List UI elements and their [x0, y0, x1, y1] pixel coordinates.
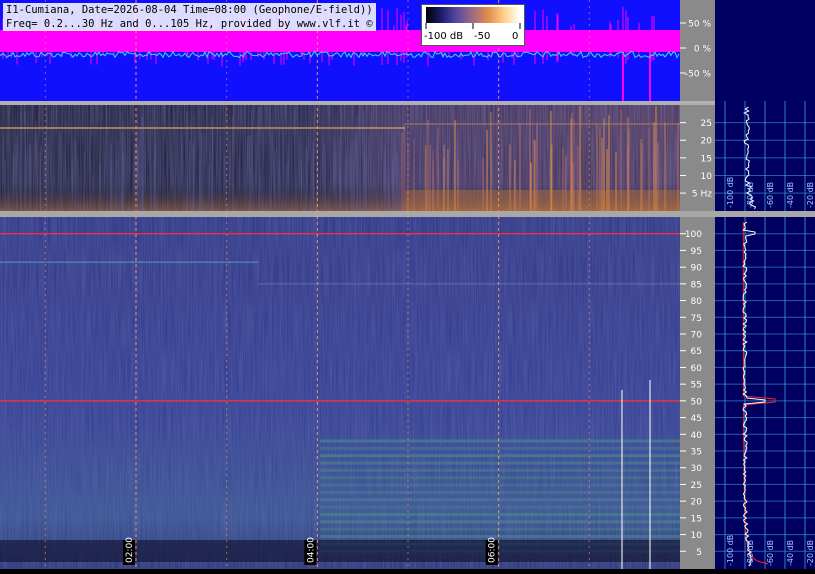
high-tick-label: 15	[691, 514, 702, 524]
amplitude-tick-label: -50 %	[685, 70, 712, 80]
high-band	[320, 527, 680, 531]
time-label-text: 02:00	[125, 537, 135, 563]
high-band	[320, 446, 680, 450]
high-tick-label: 25	[691, 481, 702, 491]
high-tick-label: 70	[691, 331, 703, 341]
amplitude-corner	[715, 0, 815, 101]
low-tick-label: 5 Hz	[692, 190, 712, 200]
low-tick-label: 25	[701, 119, 712, 129]
low-tick-label: 10	[701, 172, 713, 182]
high-spectrogram-dark-floor	[0, 540, 680, 562]
high-band	[320, 498, 680, 502]
low-spectrogram-warm-floor	[405, 190, 680, 211]
chart-canvas: 50 %0 %-50 % 252015105 Hz 10095908580757…	[0, 0, 815, 569]
low-tick-label: 15	[701, 154, 712, 164]
panel-divider-2	[0, 211, 715, 217]
high-tick-label: 85	[691, 280, 702, 290]
spectrum-x-label: -60 dB	[766, 540, 775, 566]
high-band	[320, 505, 680, 509]
high-band	[320, 490, 680, 494]
high-tick-label: 40	[691, 431, 703, 441]
high-band	[320, 476, 680, 480]
low-frequency-spectrogram: 25 20 15 10 5 Hz	[0, 105, 715, 211]
title-line-1: I1-Cumiana, Date=2026-08-04 Time=08:00 (…	[6, 4, 373, 16]
high-band	[320, 513, 680, 517]
high-tick-label: 75	[691, 314, 702, 324]
panel-divider	[0, 101, 715, 105]
time-label-text: 06:00	[488, 537, 498, 563]
spectrum-x-label: -20 dB	[806, 182, 815, 208]
high-band	[320, 454, 680, 458]
time-label: 04:00	[304, 537, 317, 565]
spectrum-profile-panel: -100 dB -80 dB -60 dB -40 dB -20 dB -100 dB -8…	[715, 101, 815, 569]
spectrum-x-label: -40 dB	[786, 182, 795, 208]
high-tick-label: 55	[691, 381, 702, 391]
spectrum-x-label: -40 dB	[786, 540, 795, 566]
high-tick-label: 100	[685, 230, 702, 240]
colorbar-legend: -100 dB -50 0	[421, 4, 525, 46]
vlf-spectrogram-chart: 50 % 0 % -50 % 25 20 15 10 5 Hz 100 95 90 85 80 75 7…	[0, 0, 815, 569]
spectrum-x-label: -20 dB	[806, 540, 815, 566]
high-tick-label: 90	[691, 264, 703, 274]
time-label-text: 04:00	[306, 537, 316, 563]
high-band	[320, 439, 680, 443]
time-label: 06:00	[485, 537, 498, 565]
chart-title: I1-Cumiana, Date=2026-08-04 Time=08:00 (…	[3, 3, 376, 31]
spectrum-x-label: -100 dB	[726, 177, 735, 208]
colorbar-label-mid: -50	[474, 31, 491, 42]
high-tick-label: 95	[691, 247, 702, 257]
spectrum-x-label: -60 dB	[766, 182, 775, 208]
spectrum-x-label: -80 dB	[746, 540, 755, 566]
high-tick-label: 60	[691, 364, 703, 374]
high-band	[320, 468, 680, 472]
high-tick-label: 10	[691, 531, 703, 541]
colorbar-label-min: -100 dB	[424, 31, 464, 42]
time-label: 02:00	[123, 537, 135, 565]
high-spectrogram-noise	[0, 217, 680, 569]
high-band	[320, 535, 680, 539]
high-tick-label: 50	[691, 397, 703, 407]
high-tick-label: 30	[691, 464, 703, 474]
spectrum-x-label: -100 dB	[726, 535, 735, 566]
high-frequency-spectrogram: 100 95 90 85 80 75 70 65 60 55 50 45 40 35 30 25 20 15 10 5	[0, 217, 715, 569]
high-tick-label: 35	[691, 448, 702, 458]
amplitude-envelope-band	[0, 30, 680, 52]
high-band	[320, 483, 680, 487]
colorbar-label-max: 0	[512, 31, 519, 42]
high-band	[320, 520, 680, 524]
high-tick-label: 20	[691, 498, 703, 508]
colorbar-gradient	[426, 7, 520, 23]
high-tick-label: 5	[696, 548, 702, 558]
high-tick-label: 45	[691, 414, 702, 424]
amplitude-tick-label: 0 %	[694, 45, 712, 55]
low-tick-label: 20	[701, 137, 713, 147]
high-band	[320, 461, 680, 465]
title-line-2: Freq= 0.2...30 Hz and 0...105 Hz, provid…	[6, 18, 373, 30]
spectrum-divider	[715, 211, 815, 217]
high-tick-label: 65	[691, 347, 702, 357]
colorbar-ticks	[425, 23, 521, 29]
high-tick-label: 80	[691, 297, 703, 307]
spectrum-x-label: -80 dB	[746, 182, 755, 208]
amplitude-tick-label: 50 %	[688, 20, 711, 30]
